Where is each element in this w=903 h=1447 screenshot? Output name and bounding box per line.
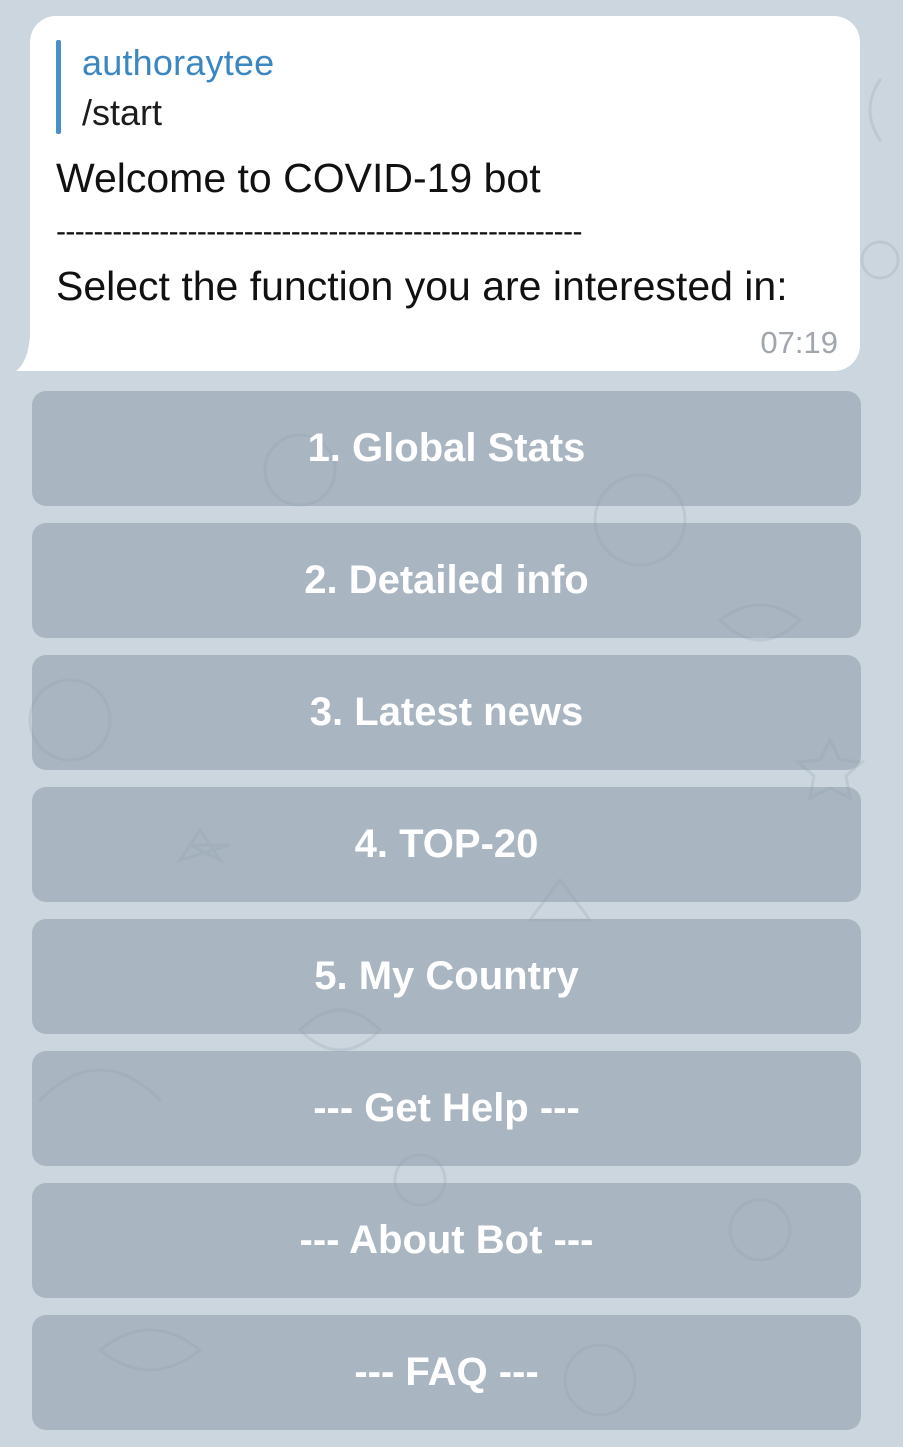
reply-quote[interactable]: authoraytee /start	[56, 38, 834, 134]
reply-bar	[56, 40, 61, 134]
get-help-button[interactable]: --- Get Help ---	[32, 1051, 861, 1166]
top-20-button[interactable]: 4. TOP-20	[32, 787, 861, 902]
my-country-button[interactable]: 5. My Country	[32, 919, 861, 1034]
detailed-info-button[interactable]: 2. Detailed info	[32, 523, 861, 638]
message-separator: ----------------------------------------…	[56, 215, 582, 248]
reply-text: /start	[82, 92, 163, 133]
inline-keyboard: 1. Global Stats 2. Detailed info 3. Late…	[32, 391, 861, 1447]
incoming-message[interactable]: authoraytee /start Welcome to COVID-19 b…	[14, 16, 860, 372]
faq-button[interactable]: --- FAQ ---	[32, 1315, 861, 1430]
global-stats-button[interactable]: 1. Global Stats	[32, 391, 861, 506]
message-timestamp: 07:19	[760, 325, 838, 360]
about-bot-button[interactable]: --- About Bot ---	[32, 1183, 861, 1298]
message-body: Select the function you are interested i…	[56, 263, 788, 309]
message-bubble: authoraytee /start Welcome to COVID-19 b…	[30, 16, 860, 371]
message-title: Welcome to COVID-19 bot	[56, 155, 541, 201]
latest-news-button[interactable]: 3. Latest news	[32, 655, 861, 770]
reply-author: authoraytee	[82, 42, 275, 83]
